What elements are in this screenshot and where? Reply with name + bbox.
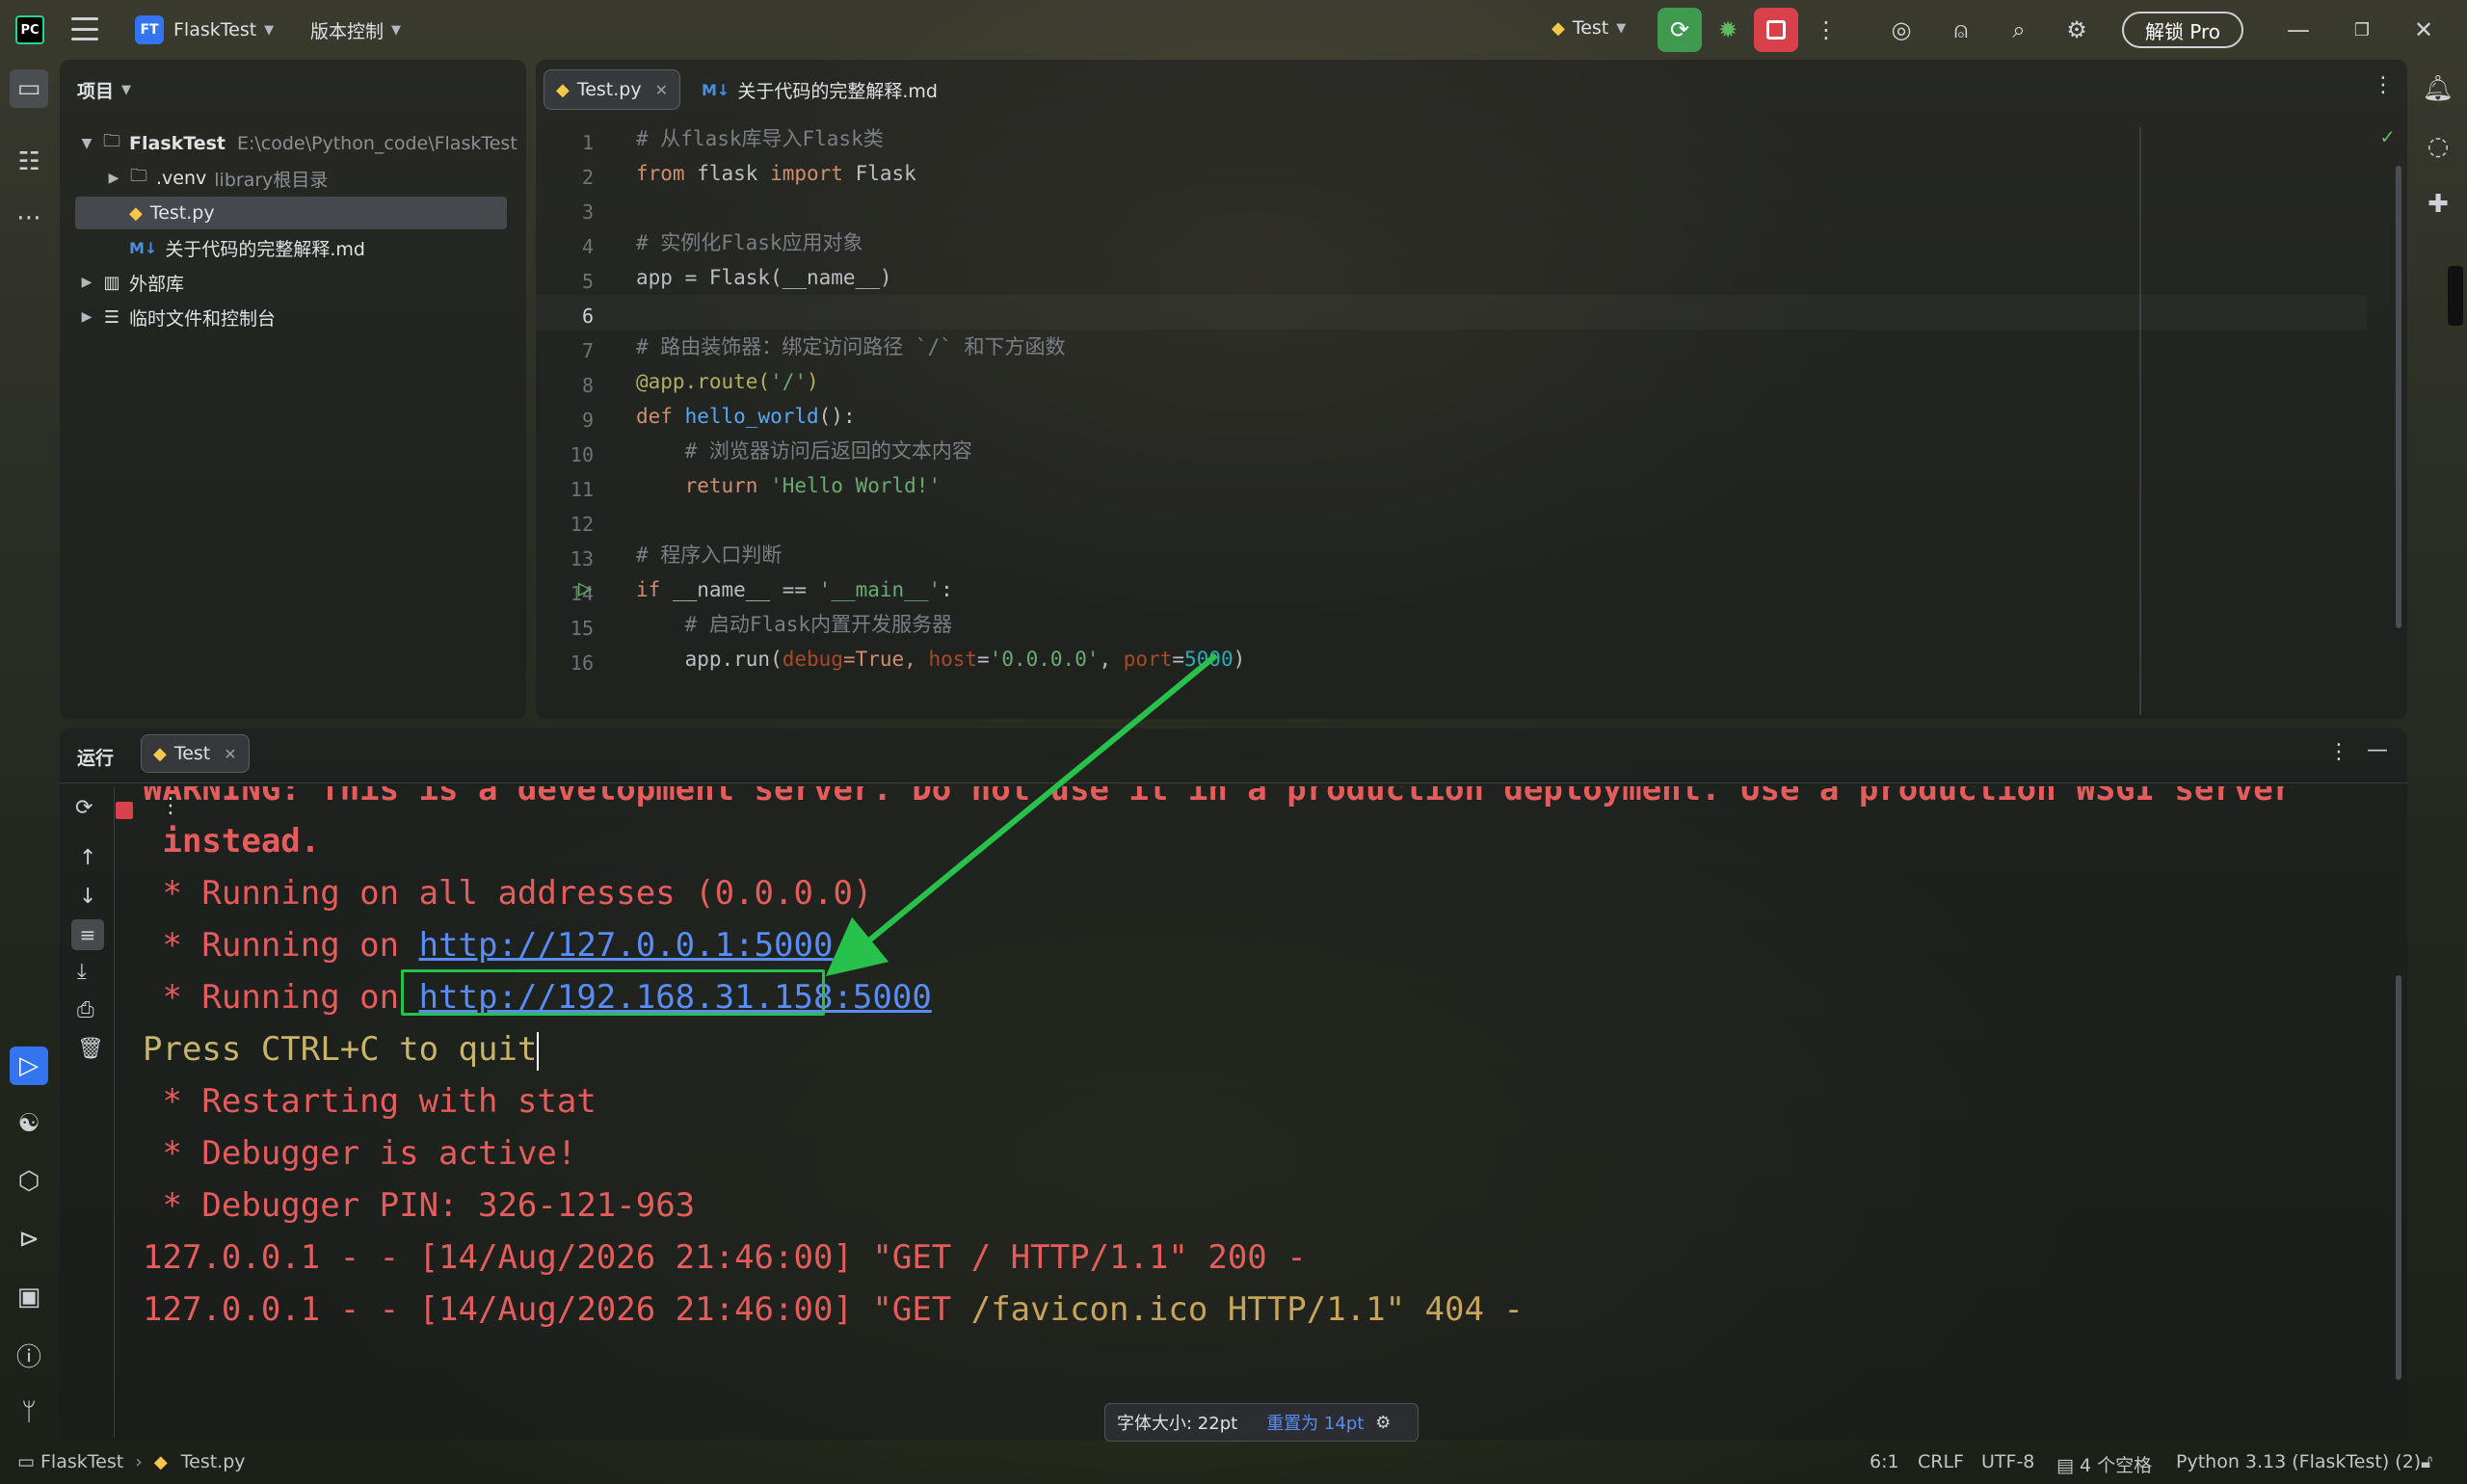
font-size-label: 字体大小: 22pt (1117, 1414, 1238, 1434)
caret-position[interactable]: 6:1 (1870, 1451, 1899, 1472)
annotation-arrow (825, 652, 1218, 977)
status-bar: ▭ FlaskTest › ◆ Test.py 6:1 CRLF UTF-8 ▤… (0, 1440, 2467, 1484)
gear-icon[interactable]: ⚙ (1375, 1413, 1391, 1433)
indent-setting[interactable]: ▤ 4 个空格 (2056, 1451, 2152, 1477)
chevron-right-icon: › (135, 1451, 143, 1472)
python-file-icon: ◆ (153, 1452, 168, 1472)
breadcrumb[interactable]: ▭ FlaskTest › ◆ Test.py (17, 1451, 246, 1472)
font-size-popup: 字体大小: 22pt 重置为 14pt ⚙ (1104, 1403, 1419, 1442)
folder-icon: ▭ (17, 1451, 35, 1472)
line-ending[interactable]: CRLF (1918, 1451, 1964, 1472)
lock-icon[interactable]: 🔓︎ (2421, 1451, 2432, 1472)
reset-font-link[interactable]: 重置为 14pt (1266, 1410, 1364, 1435)
indent-icon: ▤ (2056, 1455, 2074, 1476)
breadcrumb-file: Test.py (180, 1451, 246, 1472)
breadcrumb-project: FlaskTest (40, 1451, 124, 1472)
interpreter-selector[interactable]: Python 3.13 (FlaskTest) (2) (2176, 1451, 2421, 1472)
file-encoding[interactable]: UTF-8 (1981, 1451, 2034, 1472)
